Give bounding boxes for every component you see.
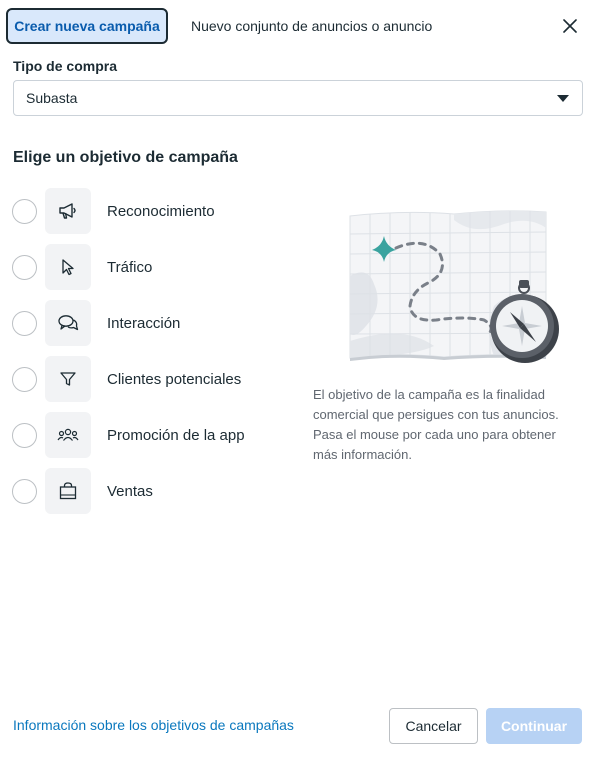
objective-radio[interactable]	[12, 254, 37, 280]
objective-engagement[interactable]: Interacción	[12, 300, 302, 346]
objective-leads[interactable]: Clientes potenciales	[12, 356, 302, 402]
tab-create-campaign[interactable]: Crear nueva campaña	[6, 8, 168, 44]
objective-sales[interactable]: Ventas	[12, 468, 302, 514]
objective-label: Promoción de la app	[107, 426, 245, 444]
megaphone-icon	[45, 188, 91, 234]
cancel-button[interactable]: Cancelar	[389, 708, 478, 744]
chat-bubbles-icon	[45, 300, 91, 346]
objective-radio[interactable]	[12, 366, 37, 392]
objective-label: Ventas	[107, 482, 153, 500]
chevron-down-icon	[557, 95, 569, 102]
purchase-type-select[interactable]: Subasta	[13, 80, 583, 116]
objective-label: Interacción	[107, 314, 181, 332]
continue-button[interactable]: Continuar	[486, 708, 582, 744]
purchase-type-label: Tipo de compra	[13, 58, 117, 74]
objective-radio[interactable]	[12, 478, 37, 504]
close-button[interactable]	[558, 14, 582, 38]
objective-description: El objetivo de la campaña es la finalida…	[313, 387, 559, 462]
tab-new-adset-or-ad[interactable]: Nuevo conjunto de anuncios o anuncio	[191, 16, 432, 36]
campaign-dialog: Crear nueva campaña Nuevo conjunto de an…	[0, 0, 594, 759]
purchase-type-value: Subasta	[26, 90, 78, 106]
objective-label: Clientes potenciales	[107, 370, 242, 388]
objectives-info-link[interactable]: Información sobre los objetivos de campa…	[13, 717, 294, 733]
objective-radio[interactable]	[12, 198, 37, 224]
objective-traffic[interactable]: Tráfico	[12, 244, 302, 290]
objective-label: Tráfico	[107, 258, 153, 276]
objective-awareness[interactable]: Reconocimiento	[12, 188, 302, 234]
close-icon	[563, 19, 577, 33]
objectives-title: Elige un objetivo de campaña	[13, 149, 238, 166]
objective-radio[interactable]	[12, 310, 37, 336]
objective-label: Reconocimiento	[107, 202, 215, 220]
objective-radio[interactable]	[12, 422, 37, 448]
cursor-icon	[45, 244, 91, 290]
objective-app-promotion[interactable]: Promoción de la app	[12, 412, 302, 458]
people-group-icon	[45, 412, 91, 458]
funnel-icon	[45, 356, 91, 402]
shopping-bag-icon	[45, 468, 91, 514]
map-compass-illustration	[344, 206, 562, 374]
